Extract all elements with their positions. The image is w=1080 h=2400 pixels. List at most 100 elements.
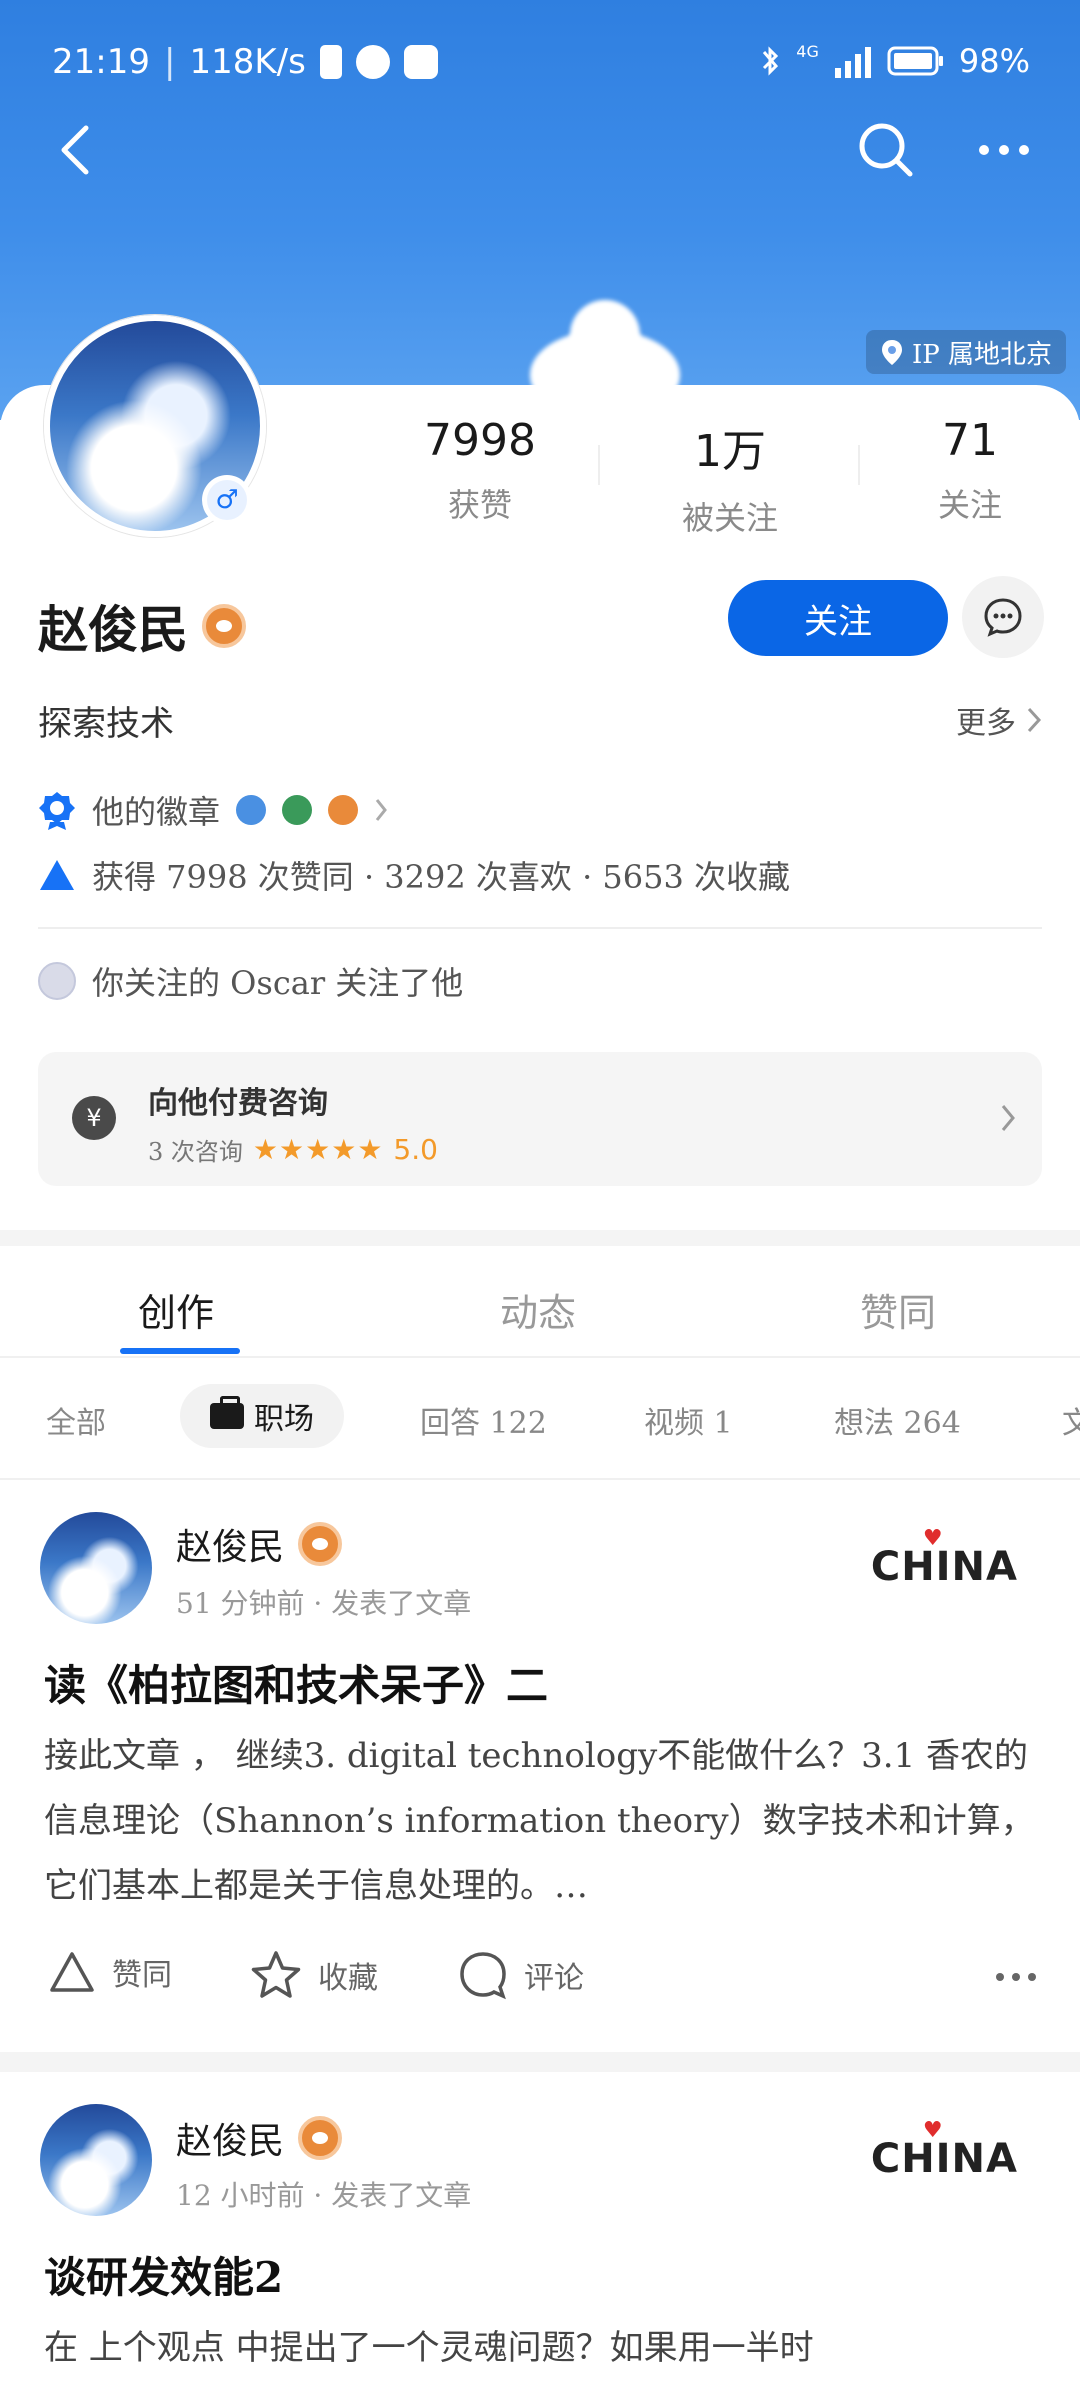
stat-likes[interactable]: 7998 获赞 — [380, 415, 580, 535]
upvote-label: 赞同 — [112, 1958, 172, 1993]
brand-logo: ♥ CHINA — [870, 1526, 1018, 1590]
post-author-avatar[interactable] — [40, 2104, 152, 2216]
post-title[interactable]: 读《柏拉图和技术呆子》二 — [44, 1652, 548, 1713]
filter-articles[interactable]: 文 — [1062, 1398, 1080, 1442]
post-title[interactable]: 谈研发效能2 — [44, 2244, 283, 2305]
post-author-row: 赵俊民 — [176, 2112, 343, 2164]
consult-info: 3 次咨询 ★★★★★ 5.0 — [148, 1132, 438, 1167]
more-dots-icon — [979, 145, 1029, 155]
stat-divider — [858, 445, 860, 485]
mutual-follow-text: 你关注的 Oscar 关注了他 — [92, 964, 464, 1002]
badge-edit-icon — [236, 795, 267, 825]
post-meta: 12 小时前 · 发表了文章 — [176, 2179, 472, 2212]
star-icon — [251, 1951, 301, 1998]
eye-badge-icon[interactable] — [202, 604, 246, 648]
signal-icon — [834, 47, 871, 78]
chevron-right-icon — [1027, 707, 1042, 733]
chevron-right-icon — [1001, 1105, 1015, 1131]
section-divider — [38, 927, 1042, 929]
tab-creations[interactable]: 创作 — [138, 1282, 214, 1337]
consult-rating: 5.0 — [393, 1133, 438, 1166]
profile-name: 赵俊民 — [38, 600, 188, 659]
favorite-label: 收藏 — [318, 1961, 378, 1996]
more-dots-icon[interactable] — [994, 1970, 1038, 1984]
post-separator — [0, 2052, 1080, 2072]
upvote-button[interactable]: 赞同 — [48, 1950, 172, 1994]
rating-stars-icon: ★★★★★ — [252, 1133, 384, 1166]
more-options-button[interactable] — [964, 110, 1044, 190]
follow-button[interactable]: 关注 — [728, 580, 948, 656]
filter-thoughts[interactable]: 想法 264 — [834, 1398, 961, 1442]
stat-divider — [598, 445, 600, 485]
post-excerpt[interactable]: 接此文章 ， 继续3. digital technology不能做什么？3.1 … — [44, 1724, 1044, 1919]
eye-badge-icon — [298, 2116, 343, 2160]
battery-icon — [887, 46, 943, 76]
filter-workplace[interactable]: 职场 — [180, 1384, 344, 1448]
mutual-follow-row[interactable]: 你关注的 Oscar 关注了他 — [38, 958, 463, 1004]
filter-chips: 全部 职场 回答 122 视频 1 想法 264 文 — [0, 1360, 1080, 1480]
badges-label: 他的徽章 — [92, 793, 221, 831]
search-button[interactable] — [846, 110, 926, 190]
post-meta: 51 分钟前 · 发表了文章 — [176, 1587, 472, 1620]
male-icon: ♂ — [207, 480, 247, 520]
mail-icon — [403, 45, 438, 79]
filter-videos[interactable]: 视频 1 — [644, 1398, 733, 1442]
favorite-button[interactable]: 收藏 — [250, 1950, 378, 2000]
tab-upvotes[interactable]: 赞同 — [860, 1282, 936, 1337]
bio-row: 探索技术 更多 — [38, 695, 1042, 745]
vibrate-icon — [319, 45, 342, 79]
status-speed: 118K/s — [189, 42, 306, 82]
achievement-row: 获得 7998 次赞同 · 3292 次喜欢 · 5653 次收藏 — [38, 852, 790, 898]
profile-bio: 探索技术 — [38, 703, 174, 744]
active-tab-indicator — [120, 1348, 240, 1354]
post-author-avatar[interactable] — [40, 1512, 152, 1624]
stat-value: 1万 — [694, 426, 766, 477]
stat-label: 关注 — [937, 486, 1002, 524]
post-actions: 赞同 收藏 评论 — [48, 1950, 1038, 2010]
achievement-text: 获得 7998 次赞同 · 3292 次喜欢 · 5653 次收藏 — [92, 858, 791, 896]
location-pin-icon — [881, 340, 902, 365]
status-divider: | — [163, 42, 176, 82]
comment-label: 评论 — [524, 1961, 584, 1996]
more-link[interactable]: 更多 — [956, 698, 1042, 742]
post-author-name: 赵俊民 — [176, 2121, 285, 2162]
consult-title: 向他付费咨询 — [148, 1086, 328, 1121]
brand-text: CHINA — [870, 2136, 1018, 2182]
paid-consult-card[interactable]: ¥ 向他付费咨询 3 次咨询 ★★★★★ 5.0 — [38, 1052, 1042, 1186]
network-type: 4G — [796, 42, 819, 61]
badge-eye-icon — [328, 795, 359, 825]
consult-count: 3 次咨询 — [148, 1138, 243, 1166]
stat-label: 获赞 — [447, 486, 512, 524]
feed-post[interactable]: 赵俊民 12 小时前 · 发表了文章 ♥ CHINA 谈研发效能2 在 上个观点… — [0, 2072, 1080, 2400]
gender-badge: ♂ — [202, 475, 252, 525]
stat-value: 71 — [942, 415, 998, 466]
badges-row[interactable]: 他的徽章 — [38, 787, 388, 833]
mutual-avatar — [38, 962, 76, 1000]
filter-all[interactable]: 全部 — [46, 1398, 106, 1442]
more-label: 更多 — [956, 706, 1016, 741]
triangle-upvote-icon — [50, 1952, 94, 1992]
cover-cloud — [570, 300, 640, 370]
top-nav — [0, 110, 1080, 190]
status-time: 21:19 — [52, 42, 150, 82]
eye-badge-icon — [298, 1522, 343, 1566]
stat-following[interactable]: 71 关注 — [880, 415, 1060, 535]
badge-book-icon — [282, 795, 313, 825]
battery-level: 98% — [958, 42, 1030, 80]
chat-bubble-icon — [984, 598, 1022, 637]
back-button[interactable] — [34, 110, 114, 190]
comment-bubble-icon — [460, 1952, 506, 2000]
post-excerpt[interactable]: 在 上个观点 中提出了一个灵魂问题？如果用一半时 — [44, 2316, 1044, 2386]
message-button[interactable] — [962, 576, 1044, 658]
stat-followers[interactable]: 1万 被关注 — [620, 415, 840, 537]
brand-text: CHINA — [870, 1544, 1018, 1590]
post-author-row: 赵俊民 — [176, 1518, 343, 1570]
brand-logo: ♥ CHINA — [870, 2118, 1018, 2182]
tab-activity[interactable]: 动态 — [500, 1282, 576, 1337]
heart-icon: ♥ — [922, 1526, 944, 1551]
profile-name-row: 赵俊民 — [38, 590, 246, 662]
medal-icon — [39, 792, 75, 830]
comment-button[interactable]: 评论 — [458, 1950, 584, 2000]
feed-post[interactable]: 赵俊民 51 分钟前 · 发表了文章 ♥ CHINA 读《柏拉图和技术呆子》二 … — [0, 1482, 1080, 2052]
filter-answers[interactable]: 回答 122 — [420, 1398, 547, 1442]
